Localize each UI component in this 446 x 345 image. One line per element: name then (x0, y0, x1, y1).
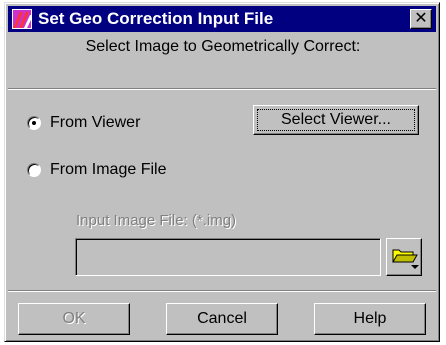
ok-button[interactable]: OK (18, 303, 130, 335)
from-viewer-label: From Viewer (50, 114, 141, 131)
top-separator (8, 88, 436, 90)
from-image-file-label: From Image File (50, 161, 167, 178)
from-image-file-radio[interactable] (27, 163, 41, 177)
cancel-button[interactable]: Cancel (166, 303, 278, 335)
bottom-separator (8, 290, 436, 292)
help-button[interactable]: Help (314, 303, 426, 335)
instruction-text: Select Image to Geometrically Correct: (85, 38, 361, 55)
input-image-file-field[interactable] (75, 238, 381, 276)
cancel-label: Cancel (197, 310, 247, 327)
app-icon (12, 9, 32, 29)
select-viewer-button[interactable]: Select Viewer... (253, 105, 419, 135)
help-label: Help (353, 310, 387, 327)
input-image-file-label: Input Image File: (*.img) (76, 212, 237, 229)
window-title: Set Geo Correction Input File (38, 9, 274, 28)
ok-label: OK (62, 310, 86, 327)
title-bar[interactable]: Set Geo Correction Input File ✕ (8, 6, 436, 32)
folder-open-icon (392, 249, 419, 269)
select-viewer-label: Select Viewer... (281, 111, 391, 128)
close-button[interactable]: ✕ (410, 9, 432, 29)
dialog-window: Set Geo Correction Input File ✕ Select I… (4, 2, 440, 342)
from-viewer-option[interactable]: From Viewer (27, 113, 140, 133)
browse-button[interactable] (386, 238, 422, 276)
from-image-file-option[interactable]: From Image File (27, 160, 166, 180)
from-viewer-radio[interactable] (27, 116, 41, 130)
close-icon: ✕ (414, 10, 428, 27)
